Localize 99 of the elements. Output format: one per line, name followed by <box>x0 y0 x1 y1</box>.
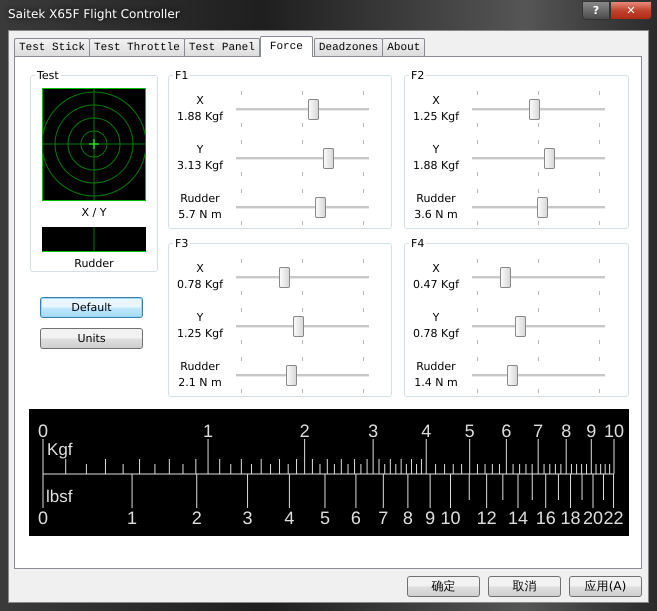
tab[interactable]: About <box>382 38 426 56</box>
scale-label: 12 <box>476 508 497 528</box>
scale-label: 20 <box>583 508 604 528</box>
slider-thumb[interactable] <box>544 148 555 168</box>
force-slider[interactable] <box>472 90 605 126</box>
slider-thumb[interactable] <box>529 98 540 120</box>
tab[interactable]: Test Throttle <box>89 38 185 56</box>
force-reading: 0.78 Kgf <box>176 276 224 292</box>
scale-label: 14 <box>508 508 528 528</box>
tab[interactable]: Force <box>260 36 313 57</box>
scale-label: 9 <box>586 421 596 441</box>
axis-label: X <box>432 260 440 276</box>
force-slider[interactable] <box>472 188 605 224</box>
group-title: Test <box>36 69 60 82</box>
slider-thumb[interactable] <box>278 266 290 288</box>
scale-label: 8 <box>561 421 572 441</box>
slider-thumb[interactable] <box>315 196 326 218</box>
scale-label: 5 <box>320 508 330 528</box>
group-title: F3 <box>174 237 190 250</box>
dialog-button[interactable]: 确定 <box>407 576 480 597</box>
group-title: F4 <box>410 237 426 250</box>
force-slider[interactable] <box>236 140 369 176</box>
dialog-button[interactable]: 应用(A) <box>569 576 642 597</box>
push-button[interactable]: Default <box>40 297 143 318</box>
scale-label: 5 <box>464 421 475 441</box>
axis-label: Rudder <box>180 358 220 374</box>
slider-thumb[interactable] <box>293 316 304 336</box>
axis-label: X <box>432 92 440 108</box>
force-slider[interactable] <box>236 356 369 392</box>
scale-label: 18 <box>560 508 581 528</box>
scale-label: 9 <box>425 508 436 528</box>
scale-label: 2 <box>192 508 202 528</box>
scale-label: 1 <box>203 421 214 441</box>
force-reading: 1.25 Kgf <box>176 326 224 342</box>
scale-label: 3 <box>242 508 253 528</box>
force-reading: 0.47 Kgf <box>412 276 460 292</box>
axis-label: X <box>196 260 204 276</box>
force-slider[interactable] <box>236 188 369 224</box>
slider-thumb[interactable] <box>286 364 298 386</box>
slider-thumb[interactable] <box>308 98 319 120</box>
slider-thumb[interactable] <box>536 196 548 218</box>
axis-label: Y <box>432 142 440 158</box>
scale-label: 16 <box>536 508 556 528</box>
help-button[interactable]: ? <box>582 1 610 20</box>
axis-label: Rudder <box>416 190 456 206</box>
scale-label: 4 <box>284 508 294 528</box>
unit-label: Kgf <box>47 440 73 459</box>
axis-label: Rudder <box>416 358 456 374</box>
tab[interactable]: Test Stick <box>14 38 90 56</box>
group-title: F1 <box>174 69 190 82</box>
force-reading: 1.88 Kgf <box>176 108 224 124</box>
scale-label: 4 <box>421 421 432 441</box>
force-reading: 1.88 Kgf <box>412 158 460 174</box>
tab[interactable]: Deadzones <box>314 38 384 56</box>
force-slider[interactable] <box>236 90 369 126</box>
plot-caption: X / Y <box>82 206 106 219</box>
scale-label: 7 <box>533 421 544 441</box>
force-reading: 0.78 Kgf <box>412 326 460 342</box>
scale-label: 10 <box>604 421 624 441</box>
scale-label: 0 <box>38 508 48 528</box>
force-reading: 5.7 N m <box>178 206 222 222</box>
force-reading: 1.4 N m <box>414 374 458 390</box>
window-title: Saitek X65F Flight Controller <box>8 7 180 21</box>
slider-thumb[interactable] <box>507 364 518 386</box>
force-reading: 1.25 Kgf <box>412 108 460 124</box>
slider-thumb[interactable] <box>514 316 526 336</box>
scale-label: 3 <box>368 421 378 441</box>
force-reading: 3.6 N m <box>414 206 458 222</box>
force-slider[interactable] <box>236 308 369 344</box>
scale-label: 10 <box>440 508 460 528</box>
scale-label: 2 <box>300 421 310 441</box>
close-button[interactable]: ✕ <box>610 1 652 20</box>
scale-label: 6 <box>501 421 512 441</box>
unit-label: lbsf <box>46 487 72 506</box>
scale-label: 0 <box>38 421 48 441</box>
axis-label: Y <box>196 310 204 326</box>
scale-label: 7 <box>378 508 388 528</box>
force-slider[interactable] <box>472 258 605 294</box>
slider-thumb[interactable] <box>500 266 512 288</box>
axis-label: Rudder <box>180 190 220 206</box>
dialog-button[interactable]: 取消 <box>488 576 561 597</box>
axis-label: Y <box>196 142 204 158</box>
tab[interactable]: Test Panel <box>184 38 260 56</box>
force-reading: 3.13 Kgf <box>176 158 224 174</box>
scale-label: 6 <box>350 508 361 528</box>
push-button[interactable]: Units <box>40 328 143 349</box>
slider-thumb[interactable] <box>322 148 334 168</box>
force-slider[interactable] <box>472 356 605 392</box>
force-reading: 2.1 N m <box>178 374 222 390</box>
force-slider[interactable] <box>472 140 605 176</box>
plot-caption: Rudder <box>74 257 114 270</box>
axis-label: X <box>196 92 204 108</box>
force-slider[interactable] <box>472 308 605 344</box>
axis-label: Y <box>432 310 440 326</box>
group-title: F2 <box>410 69 426 82</box>
scale-label: 8 <box>402 508 413 528</box>
force-slider[interactable] <box>236 258 369 294</box>
scale-label: 1 <box>127 508 138 528</box>
scale-label: 22 <box>604 508 624 528</box>
